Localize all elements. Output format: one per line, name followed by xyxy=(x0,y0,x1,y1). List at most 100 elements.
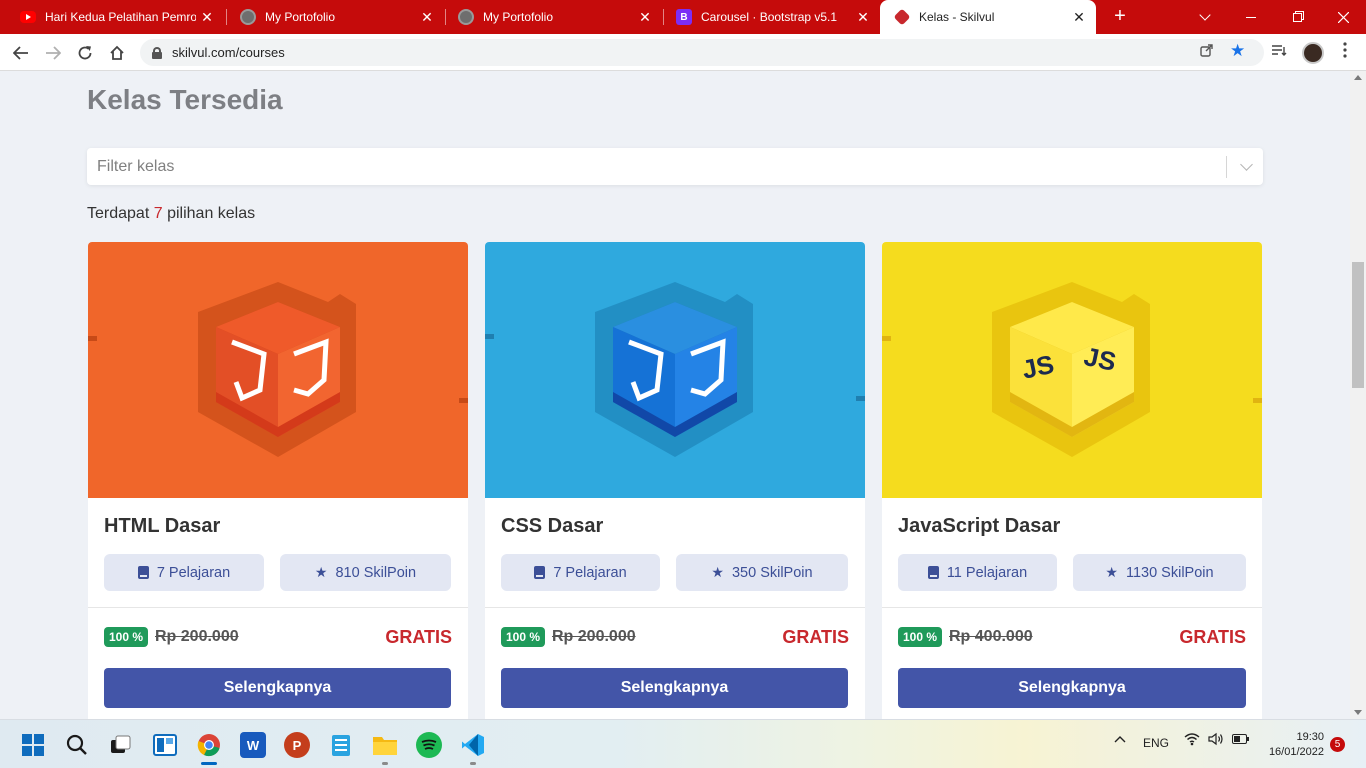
course-card-css[interactable]: CSS Dasar 7 Pelajaran ★ 350 SkilPoin 100… xyxy=(485,242,865,719)
tab-search-chevron-icon[interactable] xyxy=(1182,0,1228,34)
points-chip: ★ 1130 SkilPoin xyxy=(1073,554,1246,591)
profile-avatar[interactable] xyxy=(1302,42,1324,64)
clock-date: 16/01/2022 xyxy=(1268,746,1324,758)
lessons-text: 7 Pelajaran xyxy=(553,564,627,581)
css3-cube-icon xyxy=(485,282,865,457)
arrow-right-icon xyxy=(46,46,61,60)
points-text: 350 SkilPoin xyxy=(731,564,813,581)
close-icon[interactable]: ✕ xyxy=(196,9,218,26)
star-icon: ★ xyxy=(314,564,328,580)
omnibox[interactable]: skilvul.com/courses ★ xyxy=(140,39,1264,66)
tab-bootstrap-carousel[interactable]: B Carousel · Bootstrap v5.1 ✕ xyxy=(662,0,880,34)
details-button[interactable]: Selengkapnya xyxy=(104,668,451,708)
tab-my-portofolio-1[interactable]: My Portofolio ✕ xyxy=(226,0,444,34)
page-title: Kelas Tersedia xyxy=(87,84,283,115)
lessons-text: 11 Pelajaran xyxy=(946,564,1028,581)
lessons-chip: 11 Pelajaran xyxy=(898,554,1057,591)
globe-icon xyxy=(458,9,474,25)
price-label: GRATIS xyxy=(385,627,452,647)
card-divider xyxy=(882,607,1262,608)
share-icon[interactable] xyxy=(1200,43,1214,61)
page-scrollbar[interactable] xyxy=(1350,71,1366,719)
lessons-chip: 7 Pelajaran xyxy=(104,554,264,591)
html5-cube-icon xyxy=(88,282,468,457)
chevron-up-icon[interactable] xyxy=(1114,733,1126,747)
filter-input[interactable] xyxy=(97,157,1197,176)
vscode-icon[interactable] xyxy=(460,732,486,758)
windows-start-icon[interactable] xyxy=(20,732,46,758)
back-button[interactable] xyxy=(8,40,34,66)
globe-icon xyxy=(240,9,256,25)
filter-divider xyxy=(1226,156,1227,178)
battery-icon[interactable] xyxy=(1232,733,1250,747)
discount-badge: 100 % xyxy=(898,627,943,647)
minimize-button[interactable] xyxy=(1228,0,1274,34)
book-icon xyxy=(534,566,546,579)
tab-youtube[interactable]: Hari Kedua Pelatihan Pemrog ✕ xyxy=(6,0,224,34)
scroll-up-icon[interactable] xyxy=(1354,75,1362,80)
chevron-down-icon[interactable] xyxy=(1240,158,1253,171)
filter-select[interactable] xyxy=(87,148,1263,185)
file-explorer-icon[interactable] xyxy=(372,732,398,758)
close-icon[interactable]: ✕ xyxy=(416,9,438,26)
browser-tab-bar: Hari Kedua Pelatihan Pemrog ✕ My Portofo… xyxy=(0,0,1366,34)
powerpoint-icon[interactable]: P xyxy=(284,732,310,758)
tab-title: Hari Kedua Pelatihan Pemrog xyxy=(45,10,196,24)
search-icon[interactable] xyxy=(64,732,90,758)
old-price: Rp 200.000 xyxy=(155,628,239,645)
widgets-icon[interactable] xyxy=(152,732,178,758)
course-image xyxy=(485,242,865,498)
star-icon: ★ xyxy=(711,564,724,580)
new-tab-button[interactable]: + xyxy=(1108,5,1132,28)
notepad-icon[interactable] xyxy=(328,732,354,758)
scroll-down-icon[interactable] xyxy=(1354,710,1362,715)
arrow-left-icon xyxy=(13,46,28,60)
details-button[interactable]: Selengkapnya xyxy=(501,668,848,708)
course-card-html[interactable]: HTML Dasar 7 Pelajaran ★ 810 SkilPoin 10… xyxy=(88,242,468,719)
running-app-indicator xyxy=(382,762,388,765)
old-price: Rp 400.000 xyxy=(949,628,1033,645)
tab-title: Kelas - Skilvul xyxy=(919,10,995,24)
system-clock[interactable]: 19:30 16/01/2022 xyxy=(1262,730,1324,760)
details-button[interactable]: Selengkapnya xyxy=(898,668,1246,708)
youtube-icon xyxy=(20,11,36,23)
lock-icon xyxy=(152,46,162,59)
discount-badge: 100 % xyxy=(104,627,149,647)
old-price: Rp 200.000 xyxy=(552,628,636,645)
tab-my-portofolio-2[interactable]: My Portofolio ✕ xyxy=(444,0,662,34)
chrome-icon[interactable] xyxy=(196,732,222,758)
price-label: GRATIS xyxy=(1179,627,1246,647)
volume-icon[interactable] xyxy=(1208,732,1224,749)
close-icon[interactable]: ✕ xyxy=(1068,9,1090,26)
lessons-chip: 7 Pelajaran xyxy=(501,554,660,591)
points-text: 1130 SkilPoin xyxy=(1125,564,1214,581)
scrollbar-thumb[interactable] xyxy=(1352,262,1364,388)
spotify-icon[interactable] xyxy=(416,732,442,758)
restore-button[interactable] xyxy=(1274,0,1320,34)
forward-button[interactable] xyxy=(40,40,66,66)
wifi-icon[interactable] xyxy=(1184,732,1200,749)
clock-time: 19:30 xyxy=(1296,731,1324,743)
reload-button[interactable] xyxy=(72,40,98,66)
card-divider xyxy=(88,607,468,608)
more-menu-icon[interactable] xyxy=(1338,42,1352,63)
notification-badge[interactable]: 5 xyxy=(1330,737,1345,752)
bootstrap-icon: B xyxy=(676,9,692,25)
course-title: JavaScript Dasar xyxy=(898,515,1061,537)
js-cube-icon: JS JS xyxy=(882,282,1262,457)
skilvul-icon xyxy=(893,8,911,26)
tab-kelas-skilvul[interactable]: Kelas - Skilvul ✕ xyxy=(880,0,1096,34)
bookmark-star-icon[interactable]: ★ xyxy=(1230,41,1245,61)
home-button[interactable] xyxy=(104,40,130,66)
course-card-javascript[interactable]: JS JS JavaScript Dasar 11 Pelajaran ★ 11… xyxy=(882,242,1262,719)
word-icon[interactable]: W xyxy=(240,732,266,758)
windows-taskbar: W P ENG 19:30 16/01/2022 5 xyxy=(0,719,1366,768)
reading-list-icon[interactable] xyxy=(1271,44,1287,62)
language-indicator[interactable]: ENG xyxy=(1143,736,1169,750)
close-window-button[interactable] xyxy=(1320,0,1366,34)
close-icon[interactable]: ✕ xyxy=(852,9,874,26)
count-suffix: pilihan kelas xyxy=(167,205,256,222)
task-view-icon[interactable] xyxy=(108,732,134,758)
course-count-text: Terdapat 7 pilihan kelas xyxy=(87,205,255,223)
close-icon[interactable]: ✕ xyxy=(634,9,656,26)
